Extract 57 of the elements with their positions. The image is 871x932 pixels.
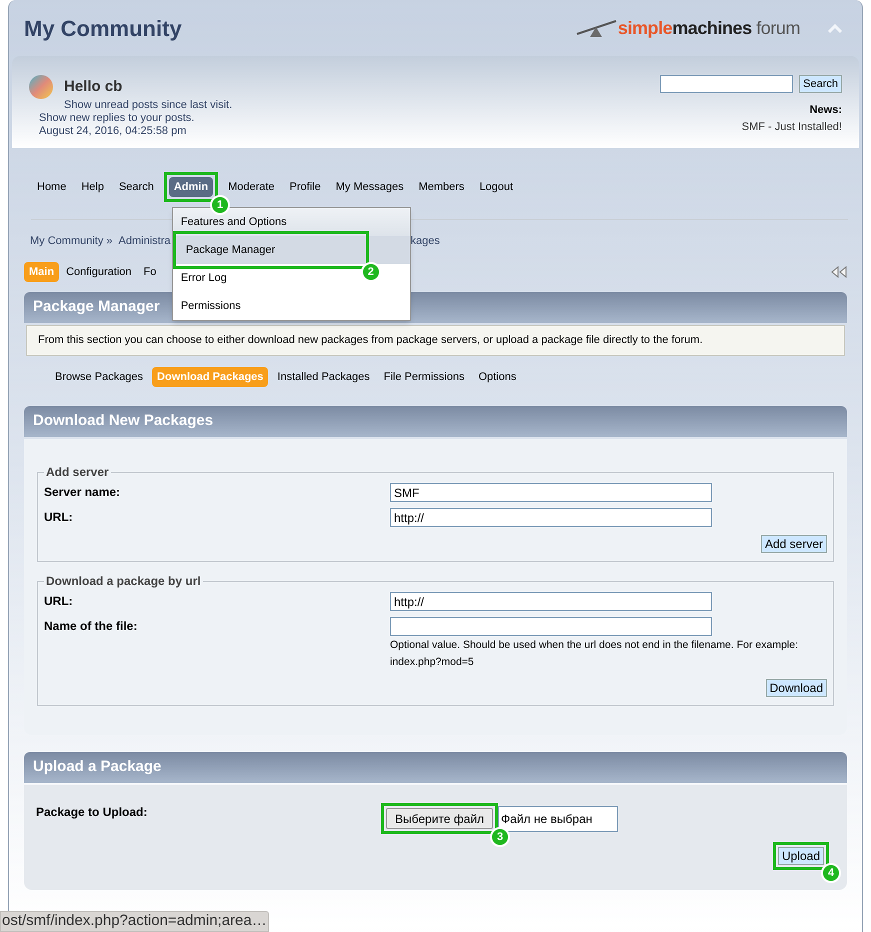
tab[interactable]: Options [473,366,522,387]
field-label: URL: [44,593,74,610]
form-button[interactable]: Download [766,679,827,697]
file-status: Файл не выбран [498,806,618,832]
fieldset-legend: Add server [44,463,111,481]
step-number-badge: 4 [821,863,841,883]
section-header: Upload a Package [24,752,847,783]
input-field[interactable]: http:// [390,592,712,611]
input-field[interactable]: http:// [390,508,712,527]
current-date: August 24, 2016, 04:25:58 pm [39,125,188,138]
tab[interactable]: File Permissions [378,366,470,387]
forum-title: My Community [24,14,182,43]
tab[interactable]: Fo [138,262,162,282]
tab[interactable]: Browse Packages [50,366,148,387]
choose-file-button[interactable]: Выберите файл [386,808,494,829]
avatar-icon [29,75,53,99]
tab[interactable]: Installed Packages [272,366,375,387]
menu-item[interactable]: Help [76,176,109,198]
logo-text: simplemachines forum [618,16,800,40]
seesaw-logo-icon [576,18,618,38]
breadcrumb-link[interactable]: Administra [118,233,170,250]
unread-posts-link[interactable]: Show unread posts since last visit. [64,99,232,112]
field-hint: Optional value. Should be used when the url does not end in the filename. For example: index.php?mod=5 [390,638,800,670]
menu-item[interactable]: Logout [474,176,518,198]
field-label: Package to Upload: [36,804,148,821]
menu-item[interactable]: Moderate [223,176,280,198]
tab[interactable]: Configuration [61,262,136,282]
status-bar-url: ost/smf/index.php?action=admin;area… [0,911,269,932]
form-button[interactable]: Upload [778,847,824,865]
fieldset-legend: Download a package by url [44,572,203,590]
menu-item[interactable]: Home [32,176,72,198]
field-label: URL: [44,509,74,526]
search-button[interactable]: Search [799,75,842,93]
dropdown-item[interactable]: Permissions [180,298,241,314]
menu-item[interactable]: My Messages [330,176,409,198]
step-number-badge: 3 [490,827,510,847]
news-text: SMF - Just Installed! [742,120,842,134]
new-replies-link[interactable]: Show new replies to your posts. [39,112,232,125]
menu-item[interactable]: Members [414,176,470,198]
breadcrumb-link[interactable]: kages [410,233,440,250]
dropdown-item[interactable]: Error Log [180,270,227,286]
field-label: Name of the file: [44,618,138,635]
field-label: Server name: [44,484,122,501]
form-button[interactable]: Add server [760,535,827,553]
menu-item[interactable]: Search [114,176,159,198]
breadcrumb-link[interactable]: My Community » [30,233,113,250]
menu-item[interactable]: Admin [168,176,214,198]
input-field[interactable]: SMF [390,483,712,502]
collapse-arrows-icon[interactable] [831,266,847,278]
step-number-badge: 1 [210,195,230,216]
info-box: From this section you can choose to either download new packages from package servers, or upload a package file directly to the forum. [26,325,845,356]
search-field[interactable] [660,75,794,93]
greeting: Hello cb [64,76,122,97]
menu-item[interactable]: Profile [284,176,326,198]
news-heading: News: [810,103,842,118]
section-header: Download New Packages [24,406,847,437]
input-field[interactable] [390,617,712,636]
